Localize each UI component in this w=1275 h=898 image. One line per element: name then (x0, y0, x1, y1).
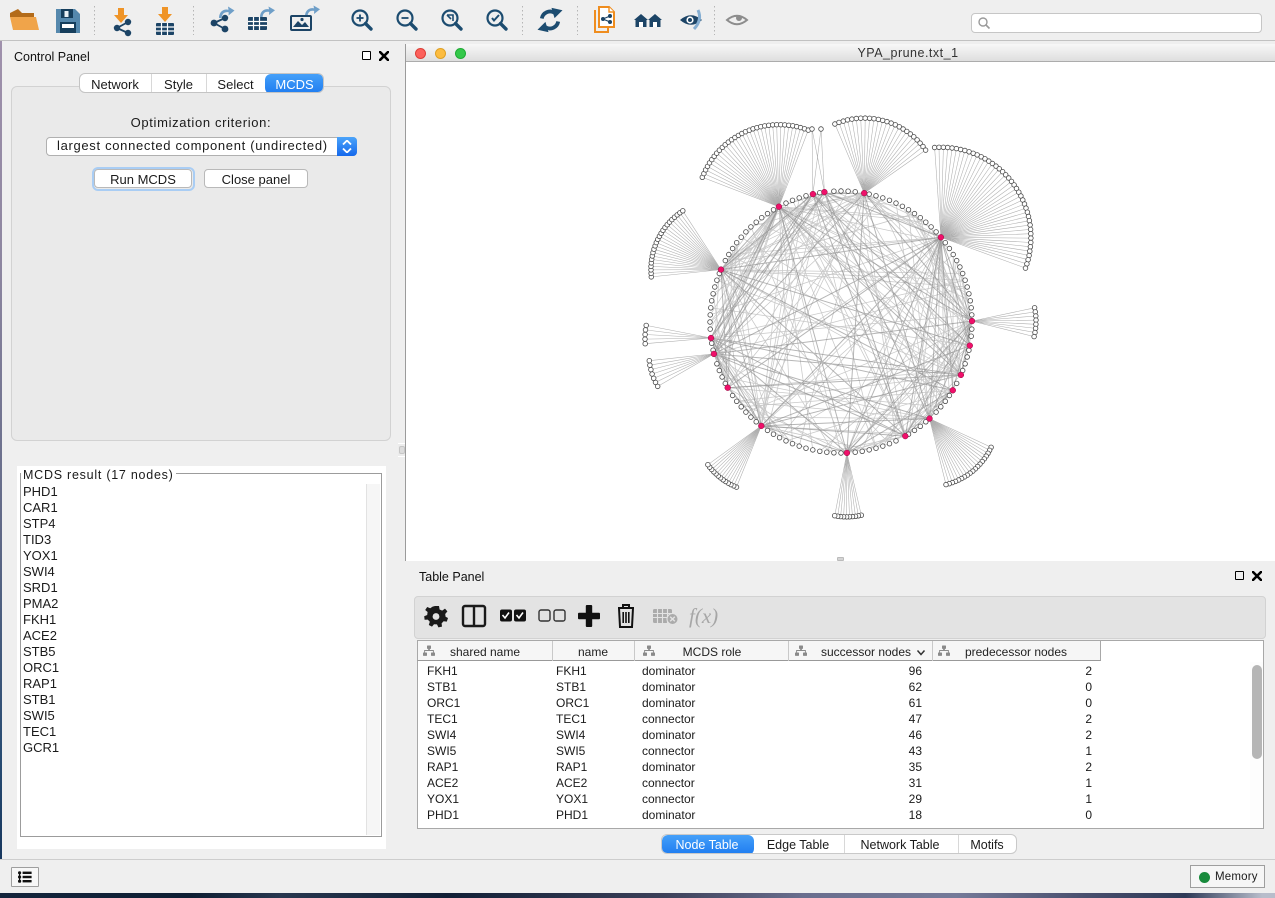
svg-text:f(x): f(x) (689, 604, 718, 628)
